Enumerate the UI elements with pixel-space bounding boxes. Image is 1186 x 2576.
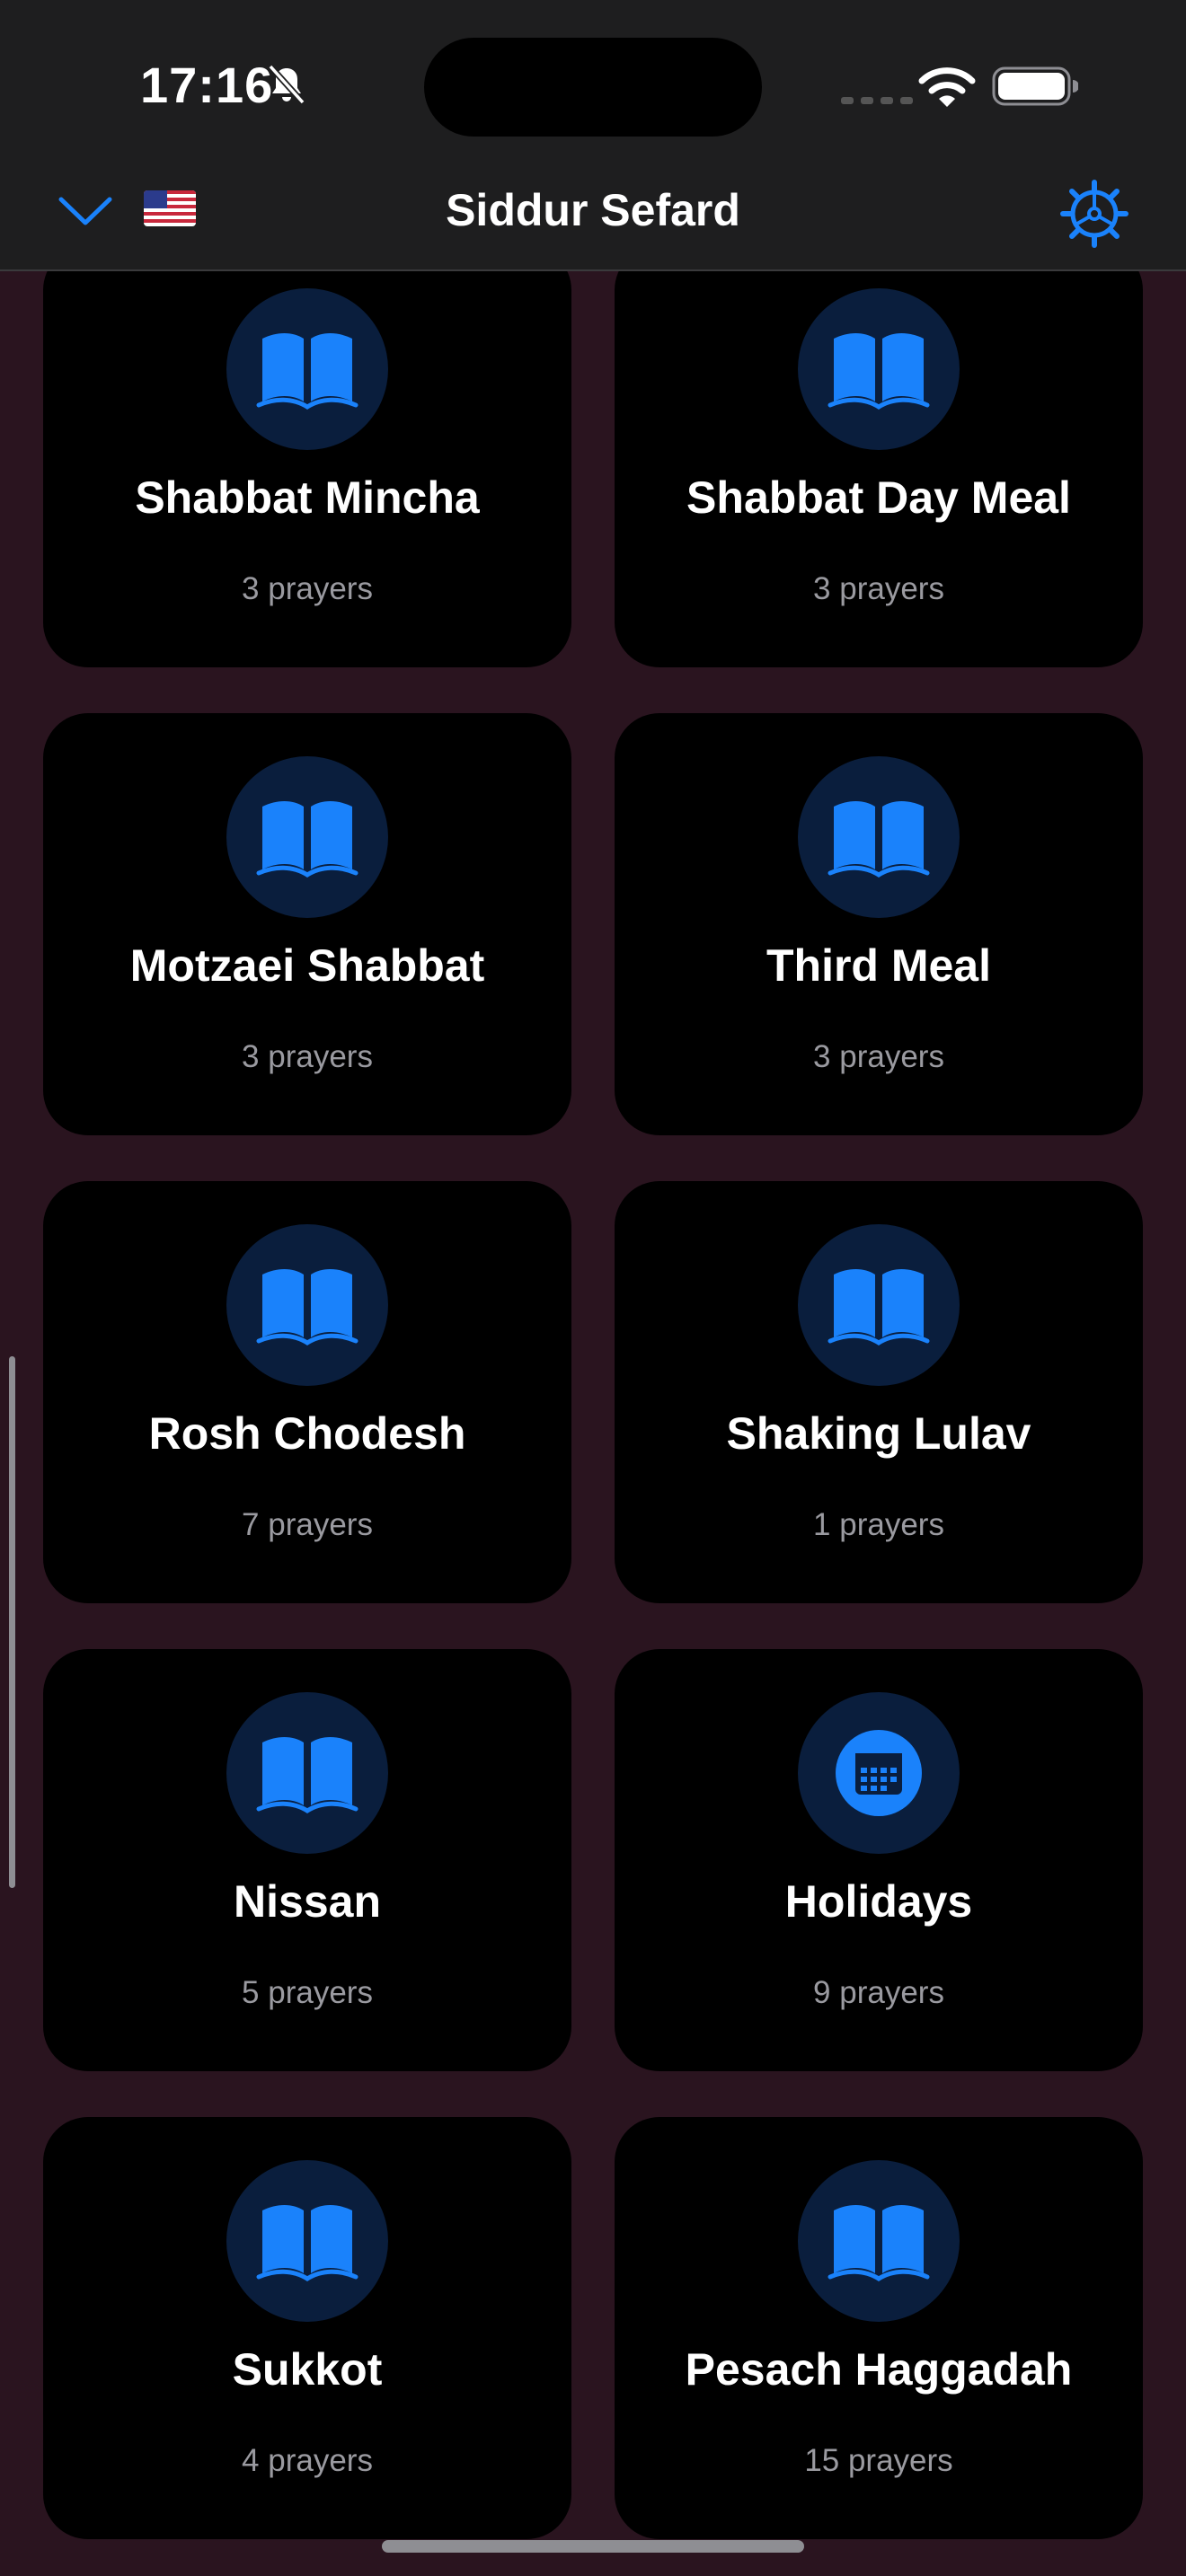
category-title: Pesach Haggadah (685, 2344, 1073, 2395)
category-card[interactable]: Pesach Haggadah 15 prayers (615, 2117, 1143, 2539)
category-card[interactable]: Shabbat Day Meal 3 prayers (615, 245, 1143, 667)
page-title: Siddur Sefard (446, 185, 740, 235)
category-title: Motzaei Shabbat (129, 940, 485, 991)
prayer-count: 5 prayers (242, 1975, 373, 2010)
prayer-count: 4 prayers (242, 2443, 373, 2478)
scroll-indicator[interactable] (9, 1356, 15, 1888)
navigation-header: 17:16 Siddur Sefard (0, 0, 1186, 271)
category-card[interactable]: Third Meal 3 prayers (615, 713, 1143, 1135)
book-icon (798, 756, 960, 918)
dynamic-island (424, 38, 762, 137)
category-card[interactable]: Nissan 5 prayers (43, 1649, 571, 2071)
book-icon (226, 288, 388, 450)
battery-icon (992, 66, 1078, 106)
prayer-count: 3 prayers (242, 571, 373, 606)
book-icon (226, 1224, 388, 1386)
calendar-icon (798, 1692, 960, 1854)
category-title: Shaking Lulav (726, 1408, 1031, 1459)
status-time: 17:16 (140, 57, 274, 113)
category-card[interactable]: Shabbat Mincha 3 prayers (43, 245, 571, 667)
category-title: Rosh Chodesh (148, 1408, 466, 1459)
prayer-count: 15 prayers (804, 2443, 953, 2478)
prayer-count: 9 prayers (813, 1975, 944, 2010)
category-card[interactable]: Shaking Lulav 1 prayers (615, 1181, 1143, 1603)
book-icon (226, 2160, 388, 2322)
category-title: Sukkot (232, 2344, 383, 2395)
book-icon (798, 1224, 960, 1386)
book-icon (798, 288, 960, 450)
category-title: Third Meal (766, 940, 992, 991)
signal-dots-icon (841, 97, 913, 104)
category-card[interactable]: Holidays 9 prayers (615, 1649, 1143, 2071)
prayer-count: 7 prayers (242, 1507, 373, 1542)
category-title: Nissan (234, 1876, 381, 1927)
book-icon (798, 2160, 960, 2322)
category-card[interactable]: Motzaei Shabbat 3 prayers (43, 713, 571, 1135)
book-icon (226, 756, 388, 918)
category-card[interactable]: Sukkot 4 prayers (43, 2117, 571, 2539)
book-icon (226, 1692, 388, 1854)
settings-gear-icon[interactable] (1060, 180, 1128, 248)
prayer-count: 1 prayers (813, 1507, 944, 1542)
prayer-count: 3 prayers (813, 571, 944, 606)
category-card[interactable]: Rosh Chodesh 7 prayers (43, 1181, 571, 1603)
category-title: Shabbat Day Meal (686, 472, 1071, 523)
silent-bell-icon (268, 64, 305, 105)
prayer-count: 3 prayers (242, 1039, 373, 1074)
prayer-count: 3 prayers (813, 1039, 944, 1074)
wifi-icon (918, 67, 976, 107)
home-indicator[interactable] (382, 2540, 804, 2553)
category-title: Shabbat Mincha (135, 472, 480, 523)
category-title: Holidays (784, 1876, 973, 1927)
